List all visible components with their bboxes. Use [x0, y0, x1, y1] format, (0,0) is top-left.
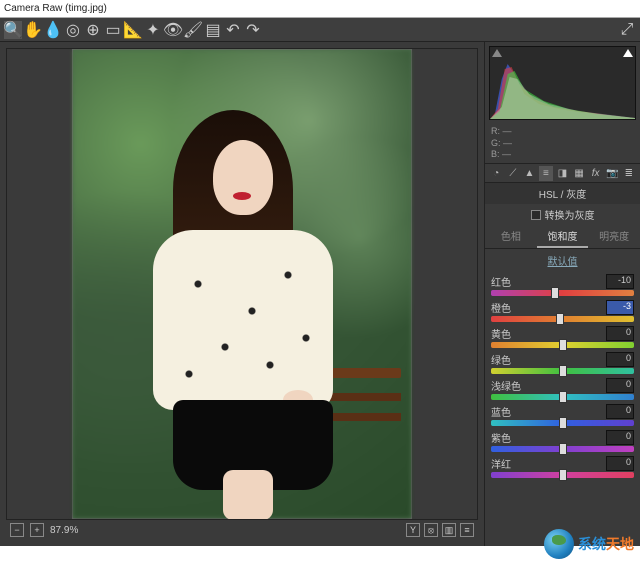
slider-aqua-thumb[interactable] — [559, 391, 567, 403]
filmstrip-icon[interactable]: ▥ — [442, 523, 456, 537]
window-titlebar: Camera Raw (timg.jpg) — [0, 0, 640, 18]
tab-basic-icon[interactable]: ◔ — [489, 166, 504, 181]
rotate-cw-icon[interactable]: ↷ — [244, 21, 262, 39]
main-area: − + 87.9% Y ⦻ ▥ ≡ — [0, 42, 640, 546]
toolbar: 🔍 ✋ 💧 ◎ ⊕ ▭ 📐 ✦ 👁 🖌 ▤ ↶ ↷ ⤢ — [0, 18, 640, 42]
slider-red-value[interactable]: -10 — [606, 274, 634, 289]
slider-orange-thumb[interactable] — [556, 313, 564, 325]
color-sampler-icon[interactable]: ◎ — [64, 21, 82, 39]
slider-yellow-thumb[interactable] — [559, 339, 567, 351]
zoom-out-icon[interactable]: − — [10, 523, 24, 537]
window-title: Camera Raw (timg.jpg) — [4, 3, 107, 14]
slider-blue: 蓝色0 — [491, 404, 634, 426]
preview-pane: − + 87.9% Y ⦻ ▥ ≡ — [0, 42, 484, 546]
slider-blue-track[interactable] — [491, 420, 634, 426]
slider-red: 红色-10 — [491, 274, 634, 296]
slider-blue-value[interactable]: 0 — [606, 404, 634, 419]
straighten-tool-icon[interactable]: 📐 — [124, 21, 142, 39]
panel-title: HSL / 灰度 — [485, 183, 640, 204]
tab-presets-icon[interactable]: ≣ — [622, 166, 637, 181]
tab-curve-icon[interactable]: ⟋ — [506, 166, 521, 181]
slider-purple-thumb[interactable] — [559, 443, 567, 455]
slider-purple-track[interactable] — [491, 446, 634, 452]
tab-camera-icon[interactable]: 📷 — [605, 166, 620, 181]
convert-grayscale-checkbox[interactable] — [531, 210, 541, 220]
slider-orange: 橙色-3 — [491, 300, 634, 322]
image-canvas[interactable] — [6, 48, 478, 520]
slider-orange-track[interactable] — [491, 316, 634, 322]
subtab-luminance[interactable]: 明亮度 — [588, 225, 640, 248]
slider-red-thumb[interactable] — [551, 287, 559, 299]
slider-green-thumb[interactable] — [559, 365, 567, 377]
slider-magenta-track[interactable] — [491, 472, 634, 478]
slider-blue-thumb[interactable] — [559, 417, 567, 429]
slider-magenta: 洋红0 — [491, 456, 634, 478]
mark-select-icon[interactable]: Y — [406, 523, 420, 537]
tab-fx-icon[interactable]: fx — [588, 166, 603, 181]
mark-reject-icon[interactable]: ⦻ — [424, 523, 438, 537]
rgb-g: G: — — [491, 138, 634, 150]
shadow-clip-icon[interactable] — [492, 49, 502, 57]
rotate-ccw-icon[interactable]: ↶ — [224, 21, 242, 39]
hand-tool-icon[interactable]: ✋ — [24, 21, 42, 39]
graduated-filter-icon[interactable]: ▤ — [204, 21, 222, 39]
slider-purple: 紫色0 — [491, 430, 634, 452]
slider-yellow-value[interactable]: 0 — [606, 326, 634, 341]
adjustments-panel: R: — G: — B: — ◔ ⟋ ▲ ≡ ◨ ▦ fx 📷 ≣ HSL / … — [484, 42, 640, 546]
slider-green-track[interactable] — [491, 368, 634, 374]
slider-magenta-value[interactable]: 0 — [606, 456, 634, 471]
slider-red-track[interactable] — [491, 290, 634, 296]
slider-yellow: 黄色0 — [491, 326, 634, 348]
slider-magenta-thumb[interactable] — [559, 469, 567, 481]
hsl-subtabs: 色相 饱和度 明亮度 — [485, 225, 640, 249]
adjustment-brush-icon[interactable]: 🖌 — [184, 21, 202, 39]
photo-content — [72, 49, 412, 519]
fullscreen-icon[interactable]: ⤢ — [618, 21, 636, 39]
slider-green: 绿色0 — [491, 352, 634, 374]
preview-statusbar: − + 87.9% Y ⦻ ▥ ≡ — [6, 520, 478, 540]
zoom-level[interactable]: 87.9% — [50, 525, 78, 536]
slider-aqua-value[interactable]: 0 — [606, 378, 634, 393]
panel-tab-strip: ◔ ⟋ ▲ ≡ ◨ ▦ fx 📷 ≣ — [485, 163, 640, 183]
highlight-clip-icon[interactable] — [623, 49, 633, 57]
tab-lens-icon[interactable]: ▦ — [572, 166, 587, 181]
camera-raw-app: 🔍 ✋ 💧 ◎ ⊕ ▭ 📐 ✦ 👁 🖌 ▤ ↶ ↷ ⤢ — [0, 18, 640, 546]
rgb-r: R: — — [491, 126, 634, 138]
rgb-b: B: — — [491, 149, 634, 161]
subtab-saturation[interactable]: 饱和度 — [537, 225, 589, 248]
sliders-group: 红色-10 橙色-3 黄色0 绿色0 浅绿色0 — [485, 272, 640, 484]
zoom-in-icon[interactable]: + — [30, 523, 44, 537]
tab-detail-icon[interactable]: ▲ — [522, 166, 537, 181]
white-balance-icon[interactable]: 💧 — [44, 21, 62, 39]
menu-icon[interactable]: ≡ — [460, 523, 474, 537]
tab-hsl-icon[interactable]: ≡ — [539, 166, 554, 181]
slider-yellow-track[interactable] — [491, 342, 634, 348]
watermark-globe-icon — [544, 529, 574, 559]
zoom-tool-icon[interactable]: 🔍 — [4, 21, 22, 39]
slider-orange-value[interactable]: -3 — [606, 300, 634, 315]
slider-purple-value[interactable]: 0 — [606, 430, 634, 445]
watermark: 系统天地 — [544, 529, 634, 559]
tab-split-icon[interactable]: ◨ — [555, 166, 570, 181]
subtab-hue[interactable]: 色相 — [485, 225, 537, 248]
watermark-text: 系统天地 — [578, 534, 634, 554]
slider-aqua: 浅绿色0 — [491, 378, 634, 400]
redeye-tool-icon[interactable]: 👁 — [164, 21, 182, 39]
histogram[interactable] — [489, 46, 636, 120]
rgb-readout: R: — G: — B: — — [485, 124, 640, 163]
spot-removal-icon[interactable]: ✦ — [144, 21, 162, 39]
slider-aqua-track[interactable] — [491, 394, 634, 400]
defaults-link[interactable]: 默认值 — [485, 249, 640, 272]
slider-green-value[interactable]: 0 — [606, 352, 634, 367]
targeted-adjust-icon[interactable]: ⊕ — [84, 21, 102, 39]
crop-tool-icon[interactable]: ▭ — [104, 21, 122, 39]
convert-grayscale-row[interactable]: 转换为灰度 — [485, 204, 640, 225]
convert-grayscale-label: 转换为灰度 — [545, 207, 595, 222]
